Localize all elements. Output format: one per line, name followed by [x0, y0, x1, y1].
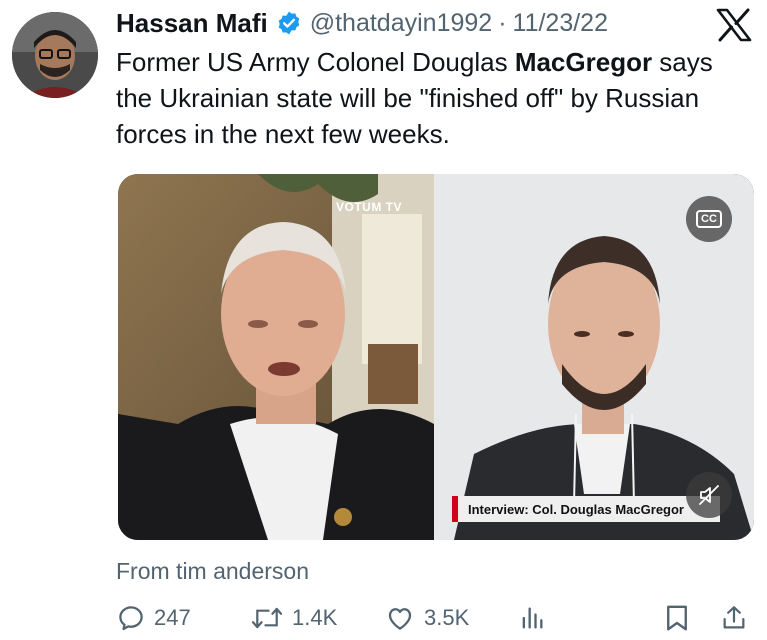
separator-dot: · [498, 8, 507, 37]
bookmark-icon [664, 603, 690, 633]
tweet-text: Former US Army Colonel Douglas MacGregor… [116, 44, 756, 152]
views-icon [518, 603, 546, 633]
repost-icon [250, 603, 284, 633]
captions-button[interactable]: CC [686, 196, 732, 242]
video-lower-third: Interview: Col. Douglas MacGregor [452, 496, 720, 522]
video-source[interactable]: From tim anderson [116, 558, 309, 585]
like-icon [384, 603, 416, 633]
video-left-pane: VOTUM TV [118, 174, 434, 540]
views-button[interactable] [518, 600, 546, 636]
like-count: 3.5K [424, 605, 470, 630]
lower-third-text: Interview: Col. Douglas MacGregor [468, 501, 684, 517]
share-icon [720, 603, 748, 633]
tweet-actions: 247 1.4K 3.5K [116, 600, 756, 636]
repost-button[interactable]: 1.4K [250, 600, 337, 636]
repost-count: 1.4K [292, 605, 338, 630]
tweet-date[interactable]: 11/23/22 [513, 9, 608, 38]
video-watermark: VOTUM TV [336, 200, 402, 214]
reply-icon [116, 603, 146, 633]
mute-button[interactable] [686, 472, 732, 518]
author-name[interactable]: Hassan Mafi [116, 8, 268, 39]
reply-button[interactable]: 247 [116, 600, 191, 636]
video-player[interactable]: VOTUM TV CC Interview: Col. Douglas MacG… [118, 174, 754, 540]
x-logo-icon[interactable] [716, 8, 752, 42]
like-button[interactable]: 3.5K [384, 600, 469, 636]
reply-count: 247 [154, 605, 191, 630]
share-button[interactable] [720, 600, 748, 636]
speaker-left-image [118, 174, 434, 540]
tweet-header: Hassan Mafi @thatdayin1992 · 11/23/22 [116, 4, 608, 42]
verified-badge-icon [276, 10, 302, 36]
tweet-text-part1: Former US Army Colonel Douglas [116, 47, 515, 77]
avatar-image [12, 12, 98, 98]
mute-icon [697, 483, 721, 507]
bookmark-button[interactable] [664, 600, 690, 636]
tweet-text-bold: MacGregor [514, 47, 653, 77]
cc-icon: CC [696, 210, 722, 228]
avatar[interactable] [12, 12, 98, 98]
author-handle[interactable]: @thatdayin1992 [310, 9, 492, 38]
